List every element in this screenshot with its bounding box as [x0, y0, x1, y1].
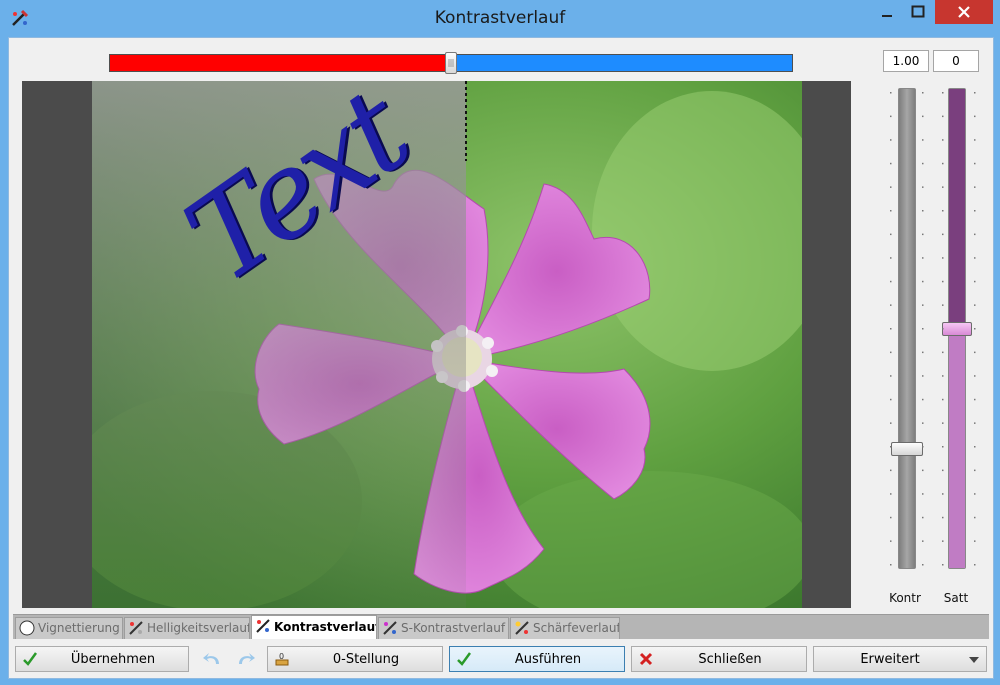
slider-thumb[interactable]: [445, 52, 457, 74]
window-title: Kontrastverlauf: [434, 8, 566, 28]
close-window-button[interactable]: [935, 0, 993, 24]
tab-label: Kontrastverlauf: [274, 620, 377, 634]
contrast-slider[interactable]: [898, 88, 916, 569]
contrast-slider-fill: [899, 89, 915, 568]
reset-button[interactable]: 0 0-Stellung: [267, 646, 443, 672]
sharpness-gradient-icon: [515, 621, 529, 635]
flower-photo: [92, 81, 802, 608]
reset-button-label: 0-Stellung: [332, 652, 400, 667]
grip-icon: [448, 59, 454, 67]
red-x-icon: [639, 652, 653, 666]
contrast-ticks-right: [922, 92, 924, 566]
tab-helligkeitsverlauf[interactable]: Helligkeitsverlauf: [124, 617, 250, 639]
checkmark-icon: [23, 652, 38, 666]
advanced-dropdown-label: Erweitert: [860, 652, 920, 667]
vignette-icon: [19, 620, 35, 636]
close-button-label: Schließen: [698, 652, 762, 667]
slider-left-segment: [110, 55, 451, 71]
tab-schaerfeverlauf[interactable]: Schärfeverlauf: [510, 617, 620, 639]
chevron-down-icon: [969, 657, 979, 663]
redo-button[interactable]: [231, 646, 259, 672]
brightness-gradient-icon: [129, 621, 143, 635]
tab-label: S-Kontrastverlauf: [401, 621, 506, 635]
maximize-icon: [911, 5, 925, 18]
apply-button[interactable]: Übernehmen: [15, 646, 189, 672]
redo-arrow-icon: [239, 653, 255, 664]
execute-button[interactable]: Ausführen: [449, 646, 625, 672]
close-button[interactable]: Schließen: [631, 646, 807, 672]
saturation-slider-label: Satt: [943, 591, 969, 605]
s-contrast-gradient-icon: [383, 621, 397, 635]
minimize-button[interactable]: [874, 0, 900, 24]
contrast-value-field[interactable]: 1.00: [883, 50, 929, 72]
gradient-position-slider[interactable]: [109, 52, 793, 74]
contrast-slider-thumb[interactable]: [891, 442, 923, 456]
client-area: 1.00 0 Text Kontr Satt Vignettierung Hel…: [8, 37, 994, 679]
checkmark-icon: [457, 652, 472, 666]
tab-label: Schärfeverlauf: [533, 621, 620, 635]
saturation-ticks-left: [942, 92, 944, 566]
advanced-dropdown[interactable]: Erweitert: [813, 646, 987, 672]
contrast-ticks-left: [890, 92, 892, 566]
title-bar: Kontrastverlauf: [0, 0, 1000, 36]
tab-s-kontrastverlauf[interactable]: S-Kontrastverlauf: [378, 617, 509, 639]
tool-tabs: Vignettierung Helligkeitsverlauf Kontras…: [13, 614, 989, 639]
image-canvas[interactable]: Text: [22, 81, 851, 608]
tab-label: Vignettierung: [38, 621, 120, 635]
tab-label: Helligkeitsverlauf: [147, 621, 250, 635]
saturation-ticks-right: [974, 92, 976, 566]
maximize-button[interactable]: [904, 0, 932, 24]
close-icon: [958, 6, 970, 18]
zero-position-icon: 0: [275, 652, 289, 666]
button-bar: Übernehmen 0 0-Stellung Ausführen Schlie…: [13, 644, 989, 674]
svg-text:0: 0: [279, 652, 284, 661]
contrast-gradient-icon: [256, 619, 270, 633]
slider-right-segment: [451, 55, 792, 71]
undo-arrow-icon: [203, 653, 219, 664]
minimize-icon: [882, 15, 892, 17]
apply-button-label: Übernehmen: [70, 652, 156, 667]
window: Kontrastverlauf 1.00 0 Text Kontr Satt V…: [0, 0, 1000, 685]
execute-button-label: Ausführen: [514, 652, 582, 667]
saturation-slider-thumb[interactable]: [942, 322, 972, 336]
undo-button[interactable]: [199, 646, 227, 672]
tab-kontrastverlauf[interactable]: Kontrastverlauf: [251, 615, 377, 639]
tab-vignettierung[interactable]: Vignettierung: [15, 617, 123, 639]
offset-value-field[interactable]: 0: [933, 50, 979, 72]
